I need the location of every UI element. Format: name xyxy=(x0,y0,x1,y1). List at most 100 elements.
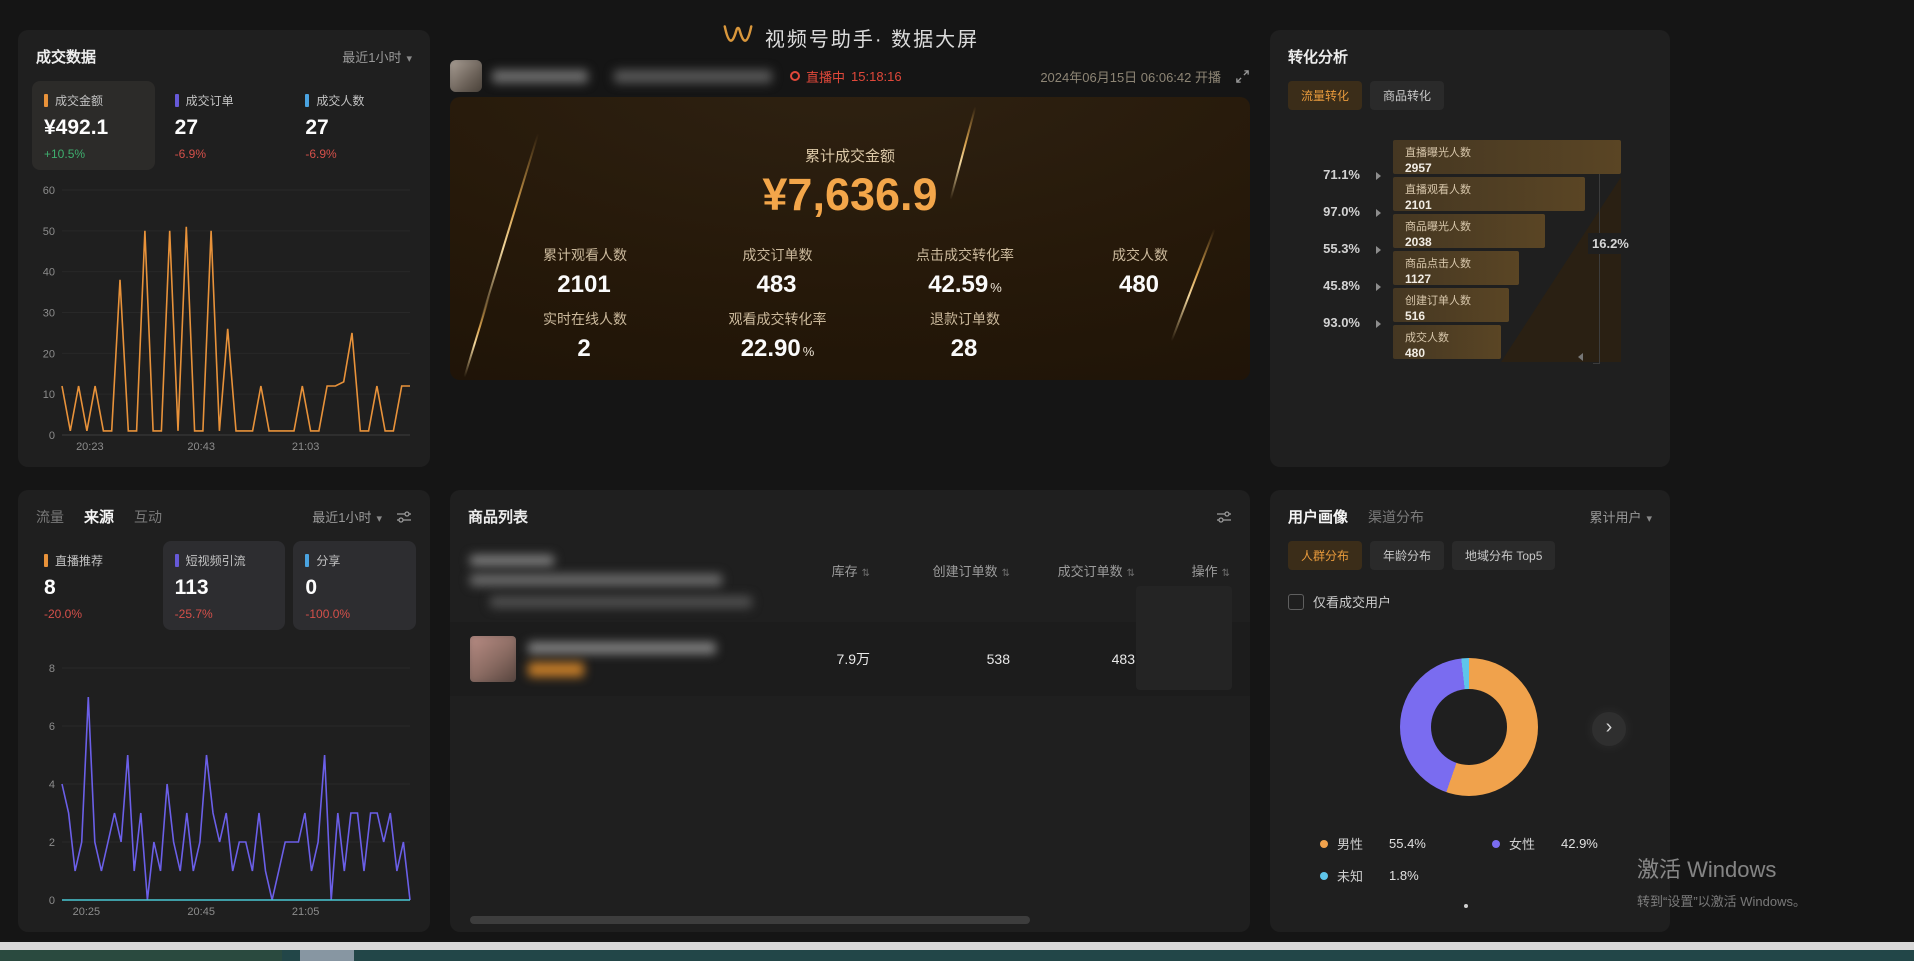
stat-total-viewers: 累计观看人数 2101 xyxy=(485,245,685,299)
total-deal-amount: ¥7,636.9 xyxy=(450,169,1250,221)
live-dot-icon xyxy=(790,71,800,81)
svg-text:30: 30 xyxy=(43,308,55,320)
table-subheader-redacted xyxy=(490,596,752,608)
column-header-stock[interactable]: 库存 xyxy=(755,561,870,580)
checkbox-label: 仅看成交用户 xyxy=(1313,592,1391,611)
tab-source[interactable]: 来源 xyxy=(84,506,114,527)
action-column-highlight xyxy=(1136,586,1232,690)
funnel-overall-rate: 16.2% xyxy=(1588,233,1633,254)
fullscreen-icon[interactable] xyxy=(1235,69,1250,84)
stat-online-now: 实时在线人数 2 xyxy=(485,309,685,363)
gender-donut-chart xyxy=(1400,658,1538,796)
card-share[interactable]: 分享 0 -100.0% xyxy=(293,541,416,630)
horizontal-scrollbar-thumb[interactable] xyxy=(470,916,1030,924)
bottom-scrollbar-thumb[interactable] xyxy=(300,950,354,961)
tab-user-profile[interactable]: 用户画像 xyxy=(1288,506,1348,527)
deal-users-only-checkbox[interactable] xyxy=(1288,594,1304,610)
product-filter-icon[interactable] xyxy=(1216,510,1232,524)
summary-title: 累计成交金额 xyxy=(450,145,1250,166)
summary-panel: 累计成交金额 ¥7,636.9 累计观看人数 2101 成交订单数 483 点击… xyxy=(450,97,1250,380)
svg-text:6: 6 xyxy=(49,721,55,733)
deal-range-dropdown[interactable]: 最近1小时 xyxy=(342,47,412,66)
product-panel-title: 商品列表 xyxy=(468,506,528,527)
series-marker xyxy=(175,94,179,107)
card-short-video[interactable]: 短视频引流 113 -25.7% xyxy=(163,541,286,630)
cell-stock: 7.9万 xyxy=(755,649,870,669)
svg-text:0: 0 xyxy=(49,430,55,442)
legend-item-female: 女性 42.9% xyxy=(1492,834,1664,853)
product-thumbnail xyxy=(470,636,516,682)
card-deal-users[interactable]: 成交人数 27 -6.9% xyxy=(293,81,416,170)
pill-region-top5[interactable]: 地域分布 Top5 xyxy=(1452,541,1555,570)
funnel-step-rate: 93.0% xyxy=(1288,315,1360,330)
funnel-stage: 直播曝光人数2957 xyxy=(1393,140,1621,174)
card-deal-amount[interactable]: 成交金额 ¥492.1 +10.5% xyxy=(32,81,155,170)
window-edge-bar xyxy=(0,950,1914,961)
page-header: 视频号助手· 数据大屏 xyxy=(450,22,1250,53)
svg-text:4: 4 xyxy=(49,779,55,791)
tab-traffic[interactable]: 流量 xyxy=(36,507,64,527)
tab-interaction[interactable]: 互动 xyxy=(134,507,162,527)
series-marker xyxy=(44,94,48,107)
conversion-panel: 转化分析 流量转化 商品转化 16.2% 直播曝光人数2957直播观看人数210… xyxy=(1270,30,1670,467)
conversion-panel-title: 转化分析 xyxy=(1288,46,1348,67)
svg-text:20: 20 xyxy=(43,348,55,360)
card-live-recommend[interactable]: 直播推荐 8 -20.0% xyxy=(32,541,155,630)
product-list-panel: 商品列表 库存 创建订单数 成交订单数 操作 xyxy=(450,490,1250,932)
svg-text:21:05: 21:05 xyxy=(292,906,320,918)
windows-activation-watermark: 激活 Windows 转到“设置”以激活 Windows。 xyxy=(1637,852,1806,910)
streamer-name-redacted xyxy=(492,70,588,83)
cell-deal-orders: 483 xyxy=(1010,651,1135,667)
page-title: 视频号助手· 数据大屏 xyxy=(765,23,979,52)
live-status-label: 直播中 xyxy=(806,67,845,86)
deal-panel-title: 成交数据 xyxy=(36,46,96,67)
product-table-header: 库存 创建订单数 成交订单数 操作 xyxy=(450,555,1250,586)
svg-text:50: 50 xyxy=(43,226,55,238)
series-marker xyxy=(305,554,309,567)
product-table-row[interactable]: 7.9万 538 483 详情 xyxy=(450,622,1250,696)
stat-watch-conversion: 观看成交转化率 22.90% xyxy=(685,309,870,363)
column-header-deal-orders[interactable]: 成交订单数 xyxy=(1010,561,1135,580)
carousel-next-button[interactable] xyxy=(1592,712,1626,746)
funnel-step-arrow-icon xyxy=(1376,283,1381,291)
svg-text:40: 40 xyxy=(43,267,55,279)
stat-refund-orders: 退款订单数 28 xyxy=(870,309,1060,363)
series-marker xyxy=(44,554,48,567)
svg-text:60: 60 xyxy=(43,185,55,197)
traffic-trend-chart: 0246820:2520:4521:05 xyxy=(36,660,416,920)
pill-traffic-conversion[interactable]: 流量转化 xyxy=(1288,81,1362,110)
traffic-filter-icon[interactable] xyxy=(396,510,412,524)
product-cell-redacted xyxy=(470,636,755,682)
page-horizontal-scrollbar[interactable] xyxy=(0,942,1914,950)
column-header-created-orders[interactable]: 创建订单数 xyxy=(870,561,1010,580)
conversion-funnel-chart: 16.2% 直播曝光人数2957直播观看人数2101商品曝光人数2038商品点击… xyxy=(1288,135,1652,447)
funnel-stage: 创建订单人数516 xyxy=(1393,288,1509,322)
product-title-redacted xyxy=(528,642,716,654)
streamer-avatar xyxy=(450,60,482,92)
svg-text:2: 2 xyxy=(49,837,55,849)
dashboard: 视频号助手· 数据大屏 直播中 15:18:16 2024年06月15日 06:… xyxy=(0,0,1914,961)
deal-trend-chart: 010203040506020:2320:4321:03 xyxy=(36,182,416,455)
tab-channel-distribution[interactable]: 渠道分布 xyxy=(1368,507,1424,527)
stream-start-time: 2024年06月15日 06:06:42 开播 xyxy=(1040,67,1221,86)
legend-item-unknown: 未知 1.8% xyxy=(1320,866,1492,885)
cell-created-orders: 538 xyxy=(870,651,1010,667)
svg-text:8: 8 xyxy=(49,663,55,675)
pill-product-conversion[interactable]: 商品转化 xyxy=(1370,81,1444,110)
user-scope-dropdown[interactable]: 累计用户 xyxy=(1589,507,1652,526)
window-edge-left-segment xyxy=(0,950,282,961)
pill-age-distribution[interactable]: 年龄分布 xyxy=(1370,541,1444,570)
column-header-action[interactable]: 操作 xyxy=(1135,561,1230,580)
pill-crowd-distribution[interactable]: 人群分布 xyxy=(1288,541,1362,570)
traffic-range-dropdown[interactable]: 最近1小时 xyxy=(312,507,382,526)
carousel-dot-indicator[interactable] xyxy=(1464,904,1468,908)
svg-text:20:25: 20:25 xyxy=(73,906,101,918)
traffic-panel: 流量 来源 互动 最近1小时 直播推荐 8 -20.0% xyxy=(18,490,430,932)
stat-click-conversion: 点击成交转化率 42.59% xyxy=(870,245,1060,299)
funnel-stage: 商品点击人数1127 xyxy=(1393,251,1519,285)
funnel-step-rate: 55.3% xyxy=(1288,241,1360,256)
legend-item-male: 男性 55.4% xyxy=(1320,834,1492,853)
funnel-step-arrow-icon xyxy=(1376,172,1381,180)
stat-deal-users: 成交人数 480 xyxy=(1060,245,1220,299)
card-deal-orders[interactable]: 成交订单 27 -6.9% xyxy=(163,81,286,170)
